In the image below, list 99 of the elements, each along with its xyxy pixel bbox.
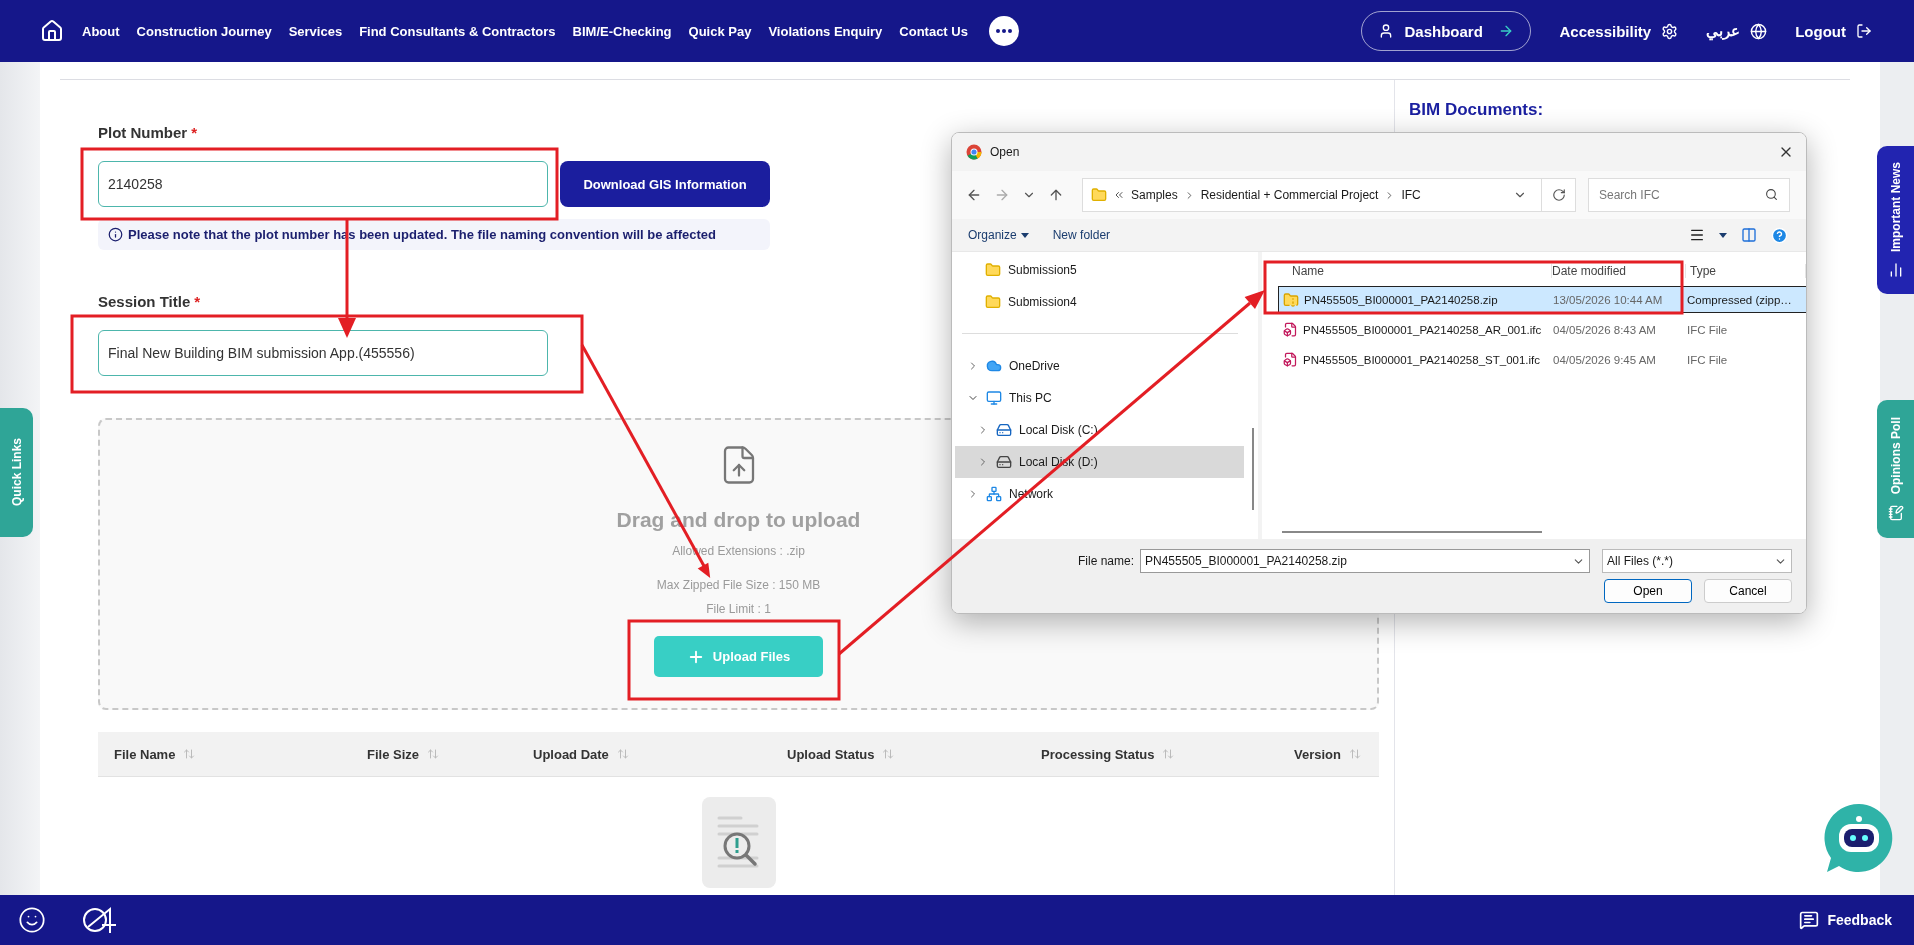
file-name: PN455505_BI000001_PA2140258_ST_001.ifc — [1303, 353, 1540, 366]
globe-icon[interactable] — [1750, 22, 1768, 40]
file-row[interactable]: PN455505_BI000001_PA2140258_AR_001.ifc 04/05/2026 8:43 AM IFC File — [1278, 316, 1806, 343]
logout-icon[interactable] — [1856, 23, 1872, 39]
folder-icon — [1091, 187, 1107, 203]
field-label: Plot Number * — [98, 124, 198, 141]
help-icon — [1771, 226, 1788, 244]
dropzone-hint: File Limit : 1 — [706, 602, 771, 616]
caret-icon[interactable] — [1719, 232, 1727, 238]
file-name-field[interactable]: PN455505_BI000001_PA2140258.zip — [1140, 549, 1590, 573]
zip-folder-icon — [1283, 291, 1299, 308]
file-type: Compressed (zipp… — [1687, 293, 1793, 306]
nav-link[interactable]: Find Consultants & Contractors — [359, 23, 556, 39]
breadcrumb[interactable]: IFC — [1401, 188, 1421, 202]
refresh-icon — [1551, 188, 1566, 202]
column-header[interactable]: Name — [1262, 264, 1552, 278]
plot-number-field[interactable]: 2140258 — [98, 161, 548, 207]
drive-icon — [996, 454, 1012, 470]
file-date: 13/05/2026 10:44 AM — [1553, 293, 1664, 306]
dropzone-hint: Max Zipped File Size : 150 MB — [656, 578, 821, 592]
file-name: PN455505_BI000001_PA2140258.zip — [1304, 293, 1498, 306]
settings-icon[interactable] — [1661, 22, 1679, 40]
file-icon — [1283, 352, 1298, 367]
up-button[interactable] — [1048, 187, 1064, 203]
session-title-field[interactable]: Final New Building BIM submission App.(455556) — [98, 330, 548, 376]
column-header[interactable]: Processing Status — [1041, 746, 1155, 762]
nav-link[interactable]: Services — [288, 23, 343, 39]
column-header[interactable]: File Name — [114, 746, 176, 762]
notepad-pen-icon — [1887, 504, 1904, 521]
file-row[interactable]: PN455505_BI000001_PA2140258_ST_001.ifc 04/05/2026 9:45 AM IFC File — [1278, 346, 1806, 373]
field-label: Session Title * — [98, 293, 201, 310]
organize-button[interactable]: Organize — [968, 228, 1029, 242]
nav-link[interactable]: About — [82, 23, 120, 39]
home-icon[interactable] — [40, 19, 64, 43]
help-button[interactable] — [1771, 226, 1788, 244]
forward-button[interactable] — [994, 187, 1010, 203]
view-button[interactable] — [1689, 227, 1705, 243]
empty-state-icon — [702, 797, 776, 888]
nav-link[interactable]: Quick Pay — [688, 23, 752, 39]
nav-link[interactable]: Violations Enquiry — [768, 23, 883, 39]
column-header[interactable]: Type — [1686, 264, 1806, 278]
more-icon — [995, 29, 1012, 33]
breadcrumb[interactable]: Residential + Commercial Project — [1200, 188, 1379, 202]
file-icon — [1283, 322, 1298, 337]
folder-icon — [985, 262, 1001, 278]
nav-link[interactable]: Construction Journey — [136, 23, 272, 39]
preview-pane-button[interactable] — [1741, 227, 1757, 243]
tree-item[interactable]: OneDrive — [955, 350, 1244, 382]
scrollbar-thumb[interactable] — [1252, 428, 1254, 510]
new-folder-button[interactable]: New folder — [1052, 228, 1111, 242]
nav-link[interactable]: BIM/E-Checking — [572, 23, 672, 39]
tree-item[interactable]: Submission4 — [955, 286, 1244, 318]
accessibility-link[interactable]: Accessibility — [1559, 22, 1652, 40]
address-bar[interactable]: Samples Residential + Commercial Project IFC — [1082, 178, 1576, 212]
column-header[interactable]: Upload Status — [787, 746, 875, 762]
more-button[interactable] — [988, 16, 1019, 46]
breadcrumb[interactable]: Samples — [1131, 188, 1178, 202]
tree-item[interactable]: This PC — [955, 382, 1244, 414]
caret-icon — [1020, 232, 1029, 238]
search-icon — [1765, 188, 1778, 201]
file-date: 04/05/2026 9:45 AM — [1553, 353, 1657, 366]
file-type: IFC File — [1687, 323, 1729, 336]
cloud-icon — [986, 358, 1002, 374]
feedback-link[interactable]: Feedback — [1799, 910, 1892, 930]
file-date: 04/05/2026 8:43 AM — [1553, 323, 1657, 336]
list-view-icon — [1689, 227, 1705, 243]
language-link[interactable]: عربي — [1706, 22, 1741, 40]
file-name: PN455505_BI000001_PA2140258_AR_001.ifc — [1303, 323, 1542, 336]
back-button[interactable] — [966, 187, 982, 203]
download-gis-button[interactable]: Download GIS Information — [560, 161, 770, 207]
file-type-select[interactable]: All Files (*.*) — [1602, 549, 1792, 573]
tree-item[interactable]: Submission5 — [955, 254, 1244, 286]
column-header[interactable]: Upload Date — [533, 746, 609, 762]
column-header[interactable]: File Size — [367, 746, 420, 762]
pane-icon — [1741, 227, 1757, 243]
smiley-icon[interactable] — [18, 906, 46, 934]
dialog-title: Open — [990, 145, 1020, 159]
nav-link[interactable]: Contact Us — [899, 23, 968, 39]
browser-icon — [966, 144, 982, 160]
section-title: BIM Documents: — [1409, 100, 1545, 120]
file-row[interactable]: PN455505_BI000001_PA2140258.zip 13/05/2026 10:44 AM Compressed (zipp… — [1278, 286, 1806, 313]
drive-icon — [996, 422, 1012, 438]
overflow-icon — [1113, 189, 1125, 201]
scrollbar-thumb[interactable] — [1282, 531, 1542, 533]
info-icon — [108, 227, 123, 242]
logo-icon — [82, 905, 118, 935]
folder-icon — [985, 294, 1001, 310]
monitor-icon — [986, 390, 1002, 406]
file-type: IFC File — [1687, 353, 1729, 366]
open-button[interactable]: Open — [1604, 579, 1692, 603]
important-news-tab[interactable]: Important News — [1877, 146, 1914, 294]
feedback-icon — [1799, 910, 1820, 930]
column-header[interactable]: Version — [1294, 746, 1341, 762]
network-icon — [986, 486, 1002, 502]
file-name-label: File name: — [1077, 554, 1134, 568]
column-header[interactable]: Date modified — [1552, 264, 1686, 278]
logout-link[interactable]: Logout — [1795, 22, 1846, 40]
search-field[interactable]: Search IFC — [1588, 178, 1790, 212]
cancel-button[interactable]: Cancel — [1704, 579, 1792, 603]
